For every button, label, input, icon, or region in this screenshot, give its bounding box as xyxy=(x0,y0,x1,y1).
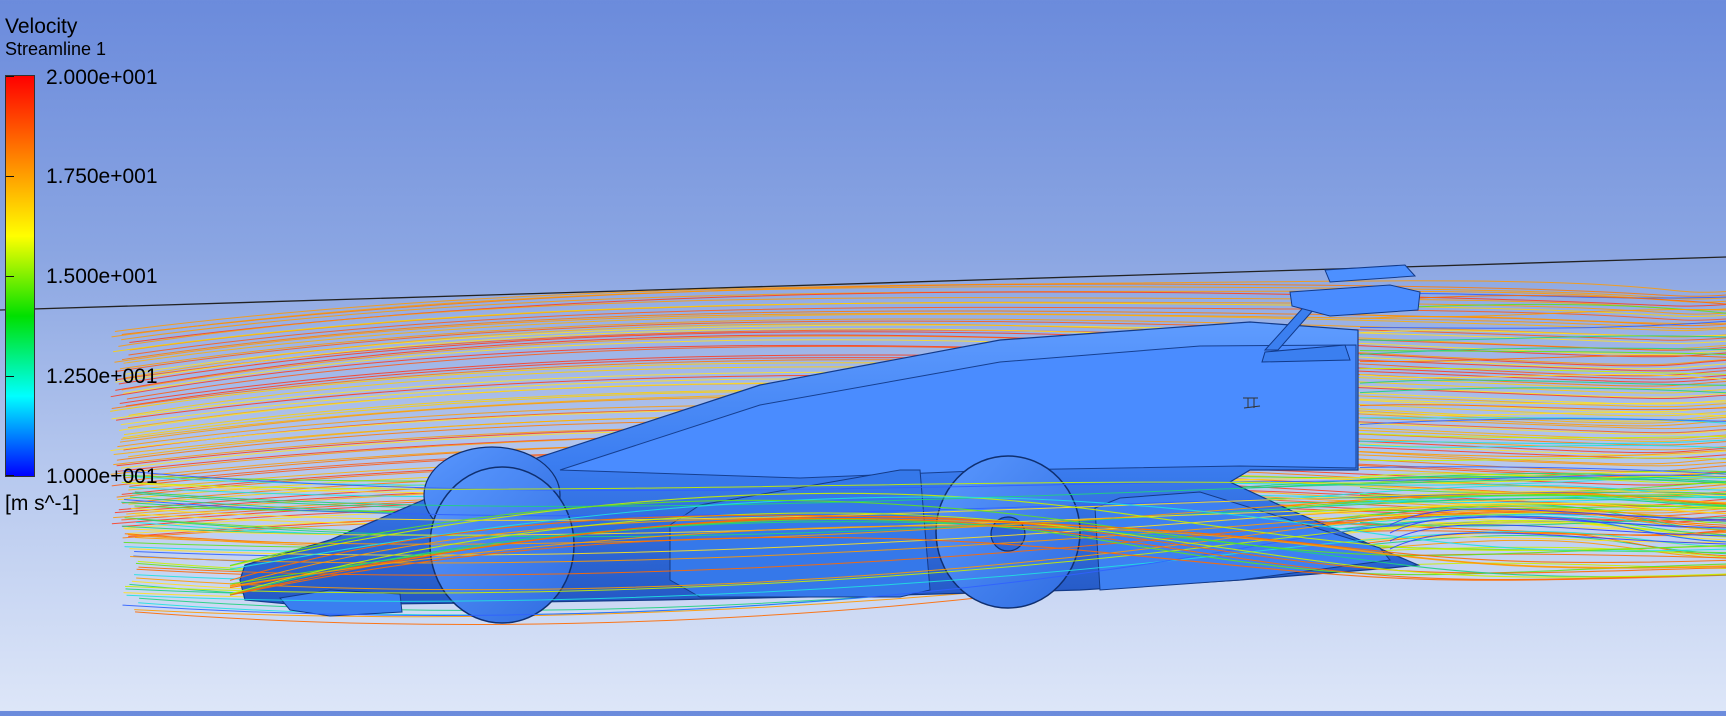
flow-scene xyxy=(0,256,1726,625)
colorbar-label-min: 1.000e+001 xyxy=(46,465,158,488)
domain-edge-line xyxy=(0,256,1726,311)
rear-wing-top xyxy=(1324,264,1417,283)
legend-variable: Velocity xyxy=(5,15,78,38)
colorbar-label: 1.250e+001 xyxy=(46,365,158,388)
colorbar-label-max: 2.000e+001 xyxy=(46,66,158,89)
colorbar-tick xyxy=(6,76,14,77)
car-model xyxy=(239,264,1421,624)
3d-viewport[interactable]: Velocity Streamline 1 2.000e+001 1.750e+… xyxy=(0,0,1726,711)
colorbar xyxy=(5,75,35,477)
colorbar-tick xyxy=(6,176,14,177)
colorbar-label: 1.500e+001 xyxy=(46,265,158,288)
colorbar-tick xyxy=(6,376,14,377)
colorbar-label: 1.750e+001 xyxy=(46,165,158,188)
streamline xyxy=(1359,449,1726,458)
streamline xyxy=(1359,457,1726,462)
colorbar-tick xyxy=(6,276,14,277)
legend-object: Streamline 1 xyxy=(5,39,107,59)
colorbar-tick xyxy=(6,475,14,476)
legend-units: [m s^-1] xyxy=(5,492,80,515)
